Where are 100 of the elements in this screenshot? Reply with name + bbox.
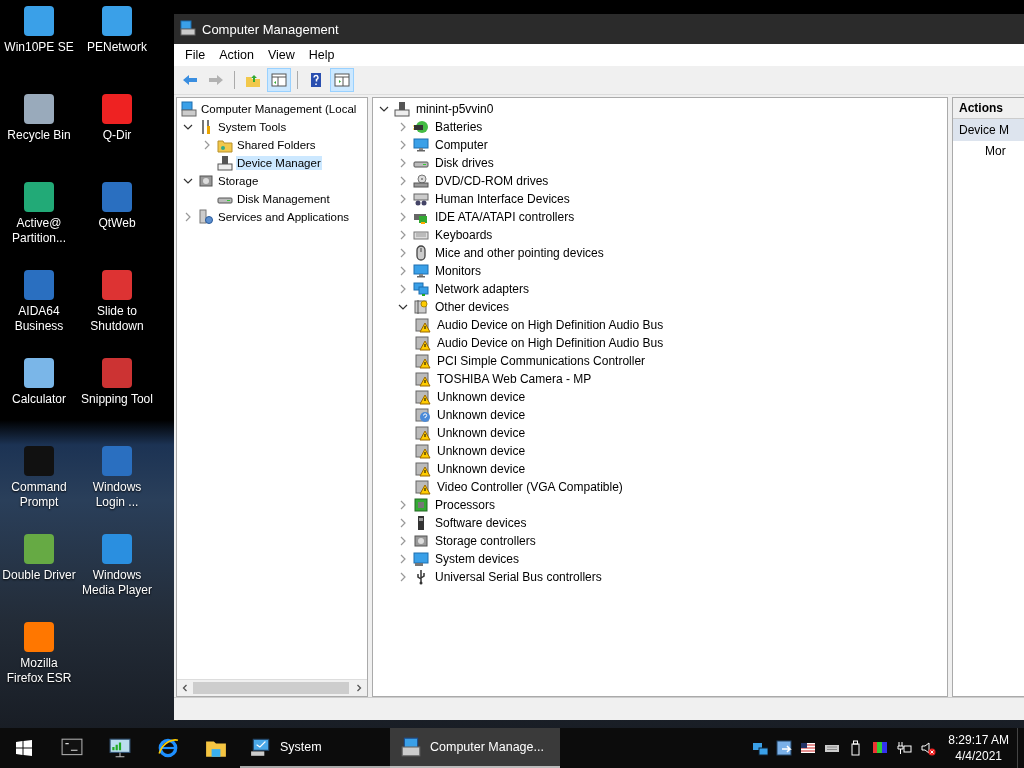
icon-label[interactable]: Double Driver [2, 568, 76, 583]
disc-drive-icon [413, 173, 429, 189]
tree-item[interactable]: minint-p5vvin0 [413, 101, 497, 117]
app-icon[interactable] [102, 182, 132, 212]
app-icon[interactable] [102, 6, 132, 36]
tree-item[interactable]: Computer [432, 137, 491, 153]
tree-item[interactable]: Universal Serial Bus controllers [432, 569, 605, 585]
warning-device-icon [415, 371, 431, 387]
icon-label[interactable]: PENetwork [87, 40, 147, 55]
tree-item[interactable]: Shared Folders [236, 138, 317, 152]
app-icon[interactable] [24, 270, 54, 300]
tree-item[interactable]: Unknown device [434, 443, 529, 459]
tree-item[interactable]: Network adapters [432, 281, 533, 297]
storage-icon [198, 173, 214, 189]
tree-item[interactable]: Batteries [432, 119, 486, 135]
monitor-icon [413, 551, 429, 567]
clock[interactable]: 8:29:17 AM 4/4/2021 [940, 732, 1017, 764]
icon-label[interactable]: Active@ Partition... [1, 216, 77, 246]
menu-item[interactable]: View [260, 48, 302, 62]
forward-arrow-icon [208, 72, 224, 88]
panel-icon [271, 72, 287, 88]
window-title: Computer Management [202, 21, 339, 37]
monitor-icon [413, 263, 429, 279]
clock-date: 4/4/2021 [955, 748, 1002, 764]
keyboard-mouse-icon [413, 191, 429, 207]
icon-label[interactable]: Slide to Shutdown [79, 304, 155, 334]
app-icon[interactable] [24, 94, 54, 124]
tree-item[interactable]: Computer Management (Local [200, 102, 358, 116]
app-icon[interactable] [102, 270, 132, 300]
icon-label[interactable]: Windows Login ... [79, 480, 155, 510]
tree-item[interactable]: System Tools [217, 120, 288, 134]
tree-item[interactable]: Mice and other pointing devices [432, 245, 607, 261]
toolbar-button[interactable] [330, 68, 354, 92]
tree-item[interactable]: IDE ATA/ATAPI controllers [432, 209, 578, 225]
warning-device-icon [415, 425, 431, 441]
tree-item[interactable]: Other devices [432, 299, 513, 315]
app-icon[interactable] [102, 358, 132, 388]
tree-item[interactable]: Services and Applications [217, 210, 351, 224]
tree-item[interactable]: Storage [217, 174, 260, 188]
icon-label[interactable]: Q-Dir [102, 128, 132, 143]
tree-item[interactable]: Unknown device [434, 461, 529, 477]
icon-label[interactable]: AIDA64 Business [1, 304, 77, 334]
icon-label[interactable]: Mozilla Firefox ESR [1, 656, 77, 686]
panel-icon [334, 72, 350, 88]
app-icon[interactable] [24, 182, 54, 212]
tree-item[interactable]: Video Controller (VGA Compatible) [434, 479, 626, 495]
tree-item[interactable]: System devices [432, 551, 523, 567]
icon-label[interactable]: Calculator [12, 392, 66, 407]
tree-item[interactable]: Audio Device on High Definition Audio Bus [434, 317, 667, 333]
warning-device-icon [415, 335, 431, 351]
tree-item[interactable]: DVD/CD-ROM drives [432, 173, 552, 189]
icon-label[interactable]: Windows Media Player [79, 568, 155, 598]
battery-icon [413, 119, 429, 135]
app-icon[interactable] [24, 622, 54, 652]
tree-item[interactable]: Unknown device [434, 407, 529, 423]
app-icon[interactable] [102, 94, 132, 124]
tree-item[interactable]: PCI Simple Communications Controller [434, 353, 649, 369]
menu-item[interactable]: Help [301, 48, 342, 62]
tree-item[interactable]: Audio Device on High Definition Audio Bus [434, 335, 667, 351]
tree-item[interactable]: Unknown device [434, 425, 529, 441]
icon-label[interactable]: Recycle Bin [7, 128, 71, 143]
icon-label[interactable]: QtWeb [98, 216, 136, 231]
menu-item[interactable]: File [178, 48, 213, 62]
app-icon[interactable] [24, 358, 54, 388]
actions-section-header[interactable]: Device M [953, 119, 1024, 141]
processor-icon [413, 497, 429, 513]
tree-item[interactable]: Monitors [432, 263, 484, 279]
warning-device-icon [415, 461, 431, 477]
help-icon [308, 72, 324, 88]
warning-device-icon [415, 479, 431, 495]
taskbar-button[interactable]: Computer Manage... [390, 728, 560, 768]
tree-item[interactable]: Processors [432, 497, 499, 513]
tree-item[interactable]: Disk drives [432, 155, 497, 171]
tree-item[interactable]: Human Interface Devices [432, 191, 573, 207]
network-icon [413, 281, 429, 297]
tree-item[interactable]: Device Manager [236, 156, 322, 170]
tree-item[interactable]: Software devices [432, 515, 530, 531]
toolbar-button[interactable] [267, 68, 291, 92]
tree-item[interactable]: Keyboards [432, 227, 496, 243]
tree-item[interactable]: Unknown device [434, 389, 529, 405]
app-icon[interactable] [24, 6, 54, 36]
tree-item[interactable]: Disk Management [236, 192, 331, 206]
computer-icon [181, 101, 197, 117]
actions-title: Actions [953, 98, 1024, 119]
monitor-icon [250, 736, 272, 758]
tree-item[interactable]: TOSHIBA Web Camera - MP [434, 371, 595, 387]
computer-icon [394, 101, 410, 117]
action-link[interactable]: Mor [953, 141, 1024, 161]
tree-item[interactable]: Storage controllers [432, 533, 539, 549]
clock-time: 8:29:17 AM [948, 732, 1009, 748]
mouse-icon [413, 245, 429, 261]
icon-label[interactable]: Win10PE SE [4, 40, 74, 55]
menu-item[interactable]: Action [212, 48, 261, 62]
computer-icon [217, 155, 233, 171]
warning-device-icon [415, 443, 431, 459]
icon-label[interactable]: Command Prompt [1, 480, 77, 510]
unknown-device-icon [415, 407, 431, 423]
horizontal-scrollbar[interactable] [177, 679, 367, 696]
icon-label[interactable]: Snipping Tool [81, 392, 153, 407]
warning-device-icon [415, 353, 431, 369]
